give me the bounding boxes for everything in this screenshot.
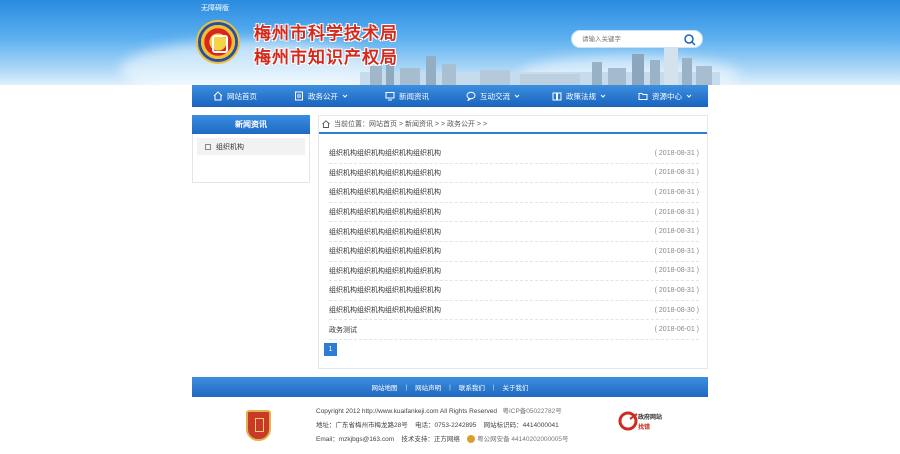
main-nav: 网站首页 政务公开 新闻资讯 互动交流 政策法规 资源中心 xyxy=(192,85,708,107)
article-title[interactable]: 组织机构组织机构组织机构组织机构 xyxy=(329,285,441,295)
tech-support-text: 技术支持：正方网络 xyxy=(401,436,460,443)
chevron-down-icon xyxy=(342,94,348,98)
nav-item-policy[interactable]: 政策法规 xyxy=(536,85,622,107)
nav-label: 资源中心 xyxy=(652,91,682,101)
nav-label: 新闻资讯 xyxy=(399,91,429,101)
city-skyline-image xyxy=(360,48,720,85)
article-title[interactable]: 组织机构组织机构组织机构组织机构 xyxy=(329,187,441,197)
folder-icon xyxy=(638,93,648,100)
footer-link-about[interactable]: 关于我们 xyxy=(503,382,529,392)
home-icon xyxy=(213,91,223,101)
chevron-down-icon xyxy=(600,94,606,98)
article-title[interactable]: 组织机构组织机构组织机构组织机构 xyxy=(329,227,441,237)
bureau-emblem-logo xyxy=(196,20,240,64)
book-icon xyxy=(552,92,562,101)
nav-item-news[interactable]: 新闻资讯 xyxy=(364,85,450,107)
square-bullet-icon xyxy=(205,143,211,150)
nav-item-gov-affairs[interactable]: 政务公开 xyxy=(278,85,364,107)
article-date: ( 2018-08-31 ) xyxy=(654,169,699,177)
sidebar-title: 新闻资讯 xyxy=(192,115,310,134)
gov-logo-line1: 政府网站 xyxy=(638,415,663,421)
article-title[interactable]: 组织机构组织机构组织机构组织机构 xyxy=(329,207,441,217)
nav-label: 政策法规 xyxy=(566,91,596,101)
article-row[interactable]: 组织机构组织机构组织机构组织机构 ( 2018-08-31 ) xyxy=(329,203,699,223)
article-row[interactable]: 组织机构组织机构组织机构组织机构 ( 2018-08-31 ) xyxy=(329,242,699,262)
search-input[interactable] xyxy=(582,33,678,46)
address-text: 地址：广东省梅州市梅龙路28号 xyxy=(316,422,408,429)
article-date: ( 2018-06-01 ) xyxy=(654,326,699,334)
article-date: ( 2018-08-31 ) xyxy=(654,149,699,157)
article-date: ( 2018-08-31 ) xyxy=(654,188,699,196)
article-date: ( 2018-08-30 ) xyxy=(654,306,699,314)
page-1-button[interactable]: 1 xyxy=(324,343,337,356)
police-badge-icon xyxy=(467,435,476,444)
article-list: 组织机构组织机构组织机构组织机构( 2018-08-31 ) 组织机构组织机构组织… xyxy=(329,144,699,340)
chat-icon xyxy=(466,91,476,101)
article-row[interactable]: 组织机构组织机构组织机构组织机构 ( 2018-08-31 ) xyxy=(329,144,699,164)
nav-label: 网站首页 xyxy=(227,91,257,101)
breadcrumb-text[interactable]: 当前位置：网站首页 > 新闻资讯 > > 政务公开 > > xyxy=(334,119,487,129)
sidebar-item-organization[interactable]: 组织机构 xyxy=(197,138,305,155)
article-title[interactable]: 组织机构组织机构组织机构组织机构 xyxy=(329,305,441,315)
phone-text: 电话：0753-2242895 xyxy=(414,422,477,429)
article-row[interactable]: 组织机构组织机构组织机构组织机构 ( 2018-08-30 ) xyxy=(329,301,699,321)
divider: | xyxy=(405,383,408,391)
footer-link-sitemap[interactable]: 网站地图 xyxy=(371,382,397,392)
article-date: ( 2018-08-31 ) xyxy=(654,228,699,236)
divider: | xyxy=(492,383,495,391)
article-title[interactable]: 组织机构组织机构组织机构组织机构 xyxy=(329,246,441,256)
article-title[interactable]: 组织机构组织机构组织机构组织机构 xyxy=(329,266,441,276)
nav-item-interaction[interactable]: 互动交流 xyxy=(450,85,536,107)
article-title[interactable]: 组织机构组织机构组织机构组织机构 xyxy=(329,168,441,178)
email-text: Email：mzkjbgs@163.com xyxy=(316,436,395,443)
nav-label: 互动交流 xyxy=(480,91,510,101)
article-row[interactable]: 组织机构组织机构组织机构组织机构 ( 2018-08-31 ) xyxy=(329,164,699,184)
site-header: 无障碍版 梅州市科学技术局 梅州市知识产权局 xyxy=(0,0,900,85)
sidebar: 新闻资讯 组织机构 xyxy=(192,115,310,183)
chevron-down-icon xyxy=(514,94,520,98)
icp-link[interactable]: 粤ICP备05022782号 xyxy=(502,408,561,415)
nav-item-resources[interactable]: 资源中心 xyxy=(622,85,708,107)
article-row[interactable]: 组织机构组织机构组织机构组织机构 ( 2018-08-31 ) xyxy=(329,183,699,203)
article-title[interactable]: 组织机构组织机构组织机构组织机构 xyxy=(329,148,441,158)
barrier-free-link[interactable]: 无障碍版 xyxy=(201,3,229,13)
site-title-line1: 梅州市科学技术局 xyxy=(254,24,398,44)
sidebar-body: 组织机构 xyxy=(192,134,310,183)
gov-logo-line2: 找错 xyxy=(638,425,651,431)
footer-link-statement[interactable]: 网站声明 xyxy=(415,382,441,392)
nav-item-home[interactable]: 网站首页 xyxy=(192,85,278,107)
article-row[interactable]: 政务测试 ( 2018-06-01 ) xyxy=(329,320,699,340)
footer-info: Copyright 2012 http://www.kuaifankeji.co… xyxy=(316,405,569,447)
document-icon xyxy=(295,91,303,101)
article-title[interactable]: 政务测试 xyxy=(329,325,357,335)
chevron-down-icon xyxy=(686,94,692,98)
article-row[interactable]: 组织机构组织机构组织机构组织机构 ( 2018-08-31 ) xyxy=(329,281,699,301)
sidebar-item-label: 组织机构 xyxy=(216,143,244,151)
search-box xyxy=(571,30,703,48)
article-row[interactable]: 组织机构组织机构组织机构组织机构 ( 2018-08-31 ) xyxy=(329,222,699,242)
search-icon[interactable] xyxy=(683,33,697,46)
home-icon xyxy=(322,120,330,128)
footer-link-contact[interactable]: 联系我们 xyxy=(459,382,485,392)
nav-label: 政务公开 xyxy=(308,91,338,101)
divider: | xyxy=(449,383,451,391)
article-list-panel: 当前位置：网站首页 > 新闻资讯 > > 政务公开 > > 组织机构组织机构组织… xyxy=(318,115,708,369)
footer-links: 网站地图 | 网站声明 | 联系我们 | 关于我们 xyxy=(192,377,708,397)
site-id-text: 网站标识码：4414000041 xyxy=(483,422,559,429)
article-row[interactable]: 组织机构组织机构组织机构组织机构 ( 2018-08-31 ) xyxy=(329,262,699,282)
site-title-line2: 梅州市知识产权局 xyxy=(254,48,398,68)
article-date: ( 2018-08-31 ) xyxy=(654,208,699,216)
article-date: ( 2018-08-31 ) xyxy=(654,247,699,255)
article-date: ( 2018-08-31 ) xyxy=(654,267,699,275)
article-date: ( 2018-08-31 ) xyxy=(654,286,699,294)
monitor-icon xyxy=(385,92,395,101)
copyright-text: Copyright 2012 http://www.kuaifankeji.co… xyxy=(316,408,498,415)
party-emblem-logo xyxy=(246,410,271,441)
breadcrumb: 当前位置：网站首页 > 新闻资讯 > > 政务公开 > > xyxy=(319,116,707,134)
police-record-link[interactable]: 粤公网安备 44140202000005号 xyxy=(477,436,568,443)
